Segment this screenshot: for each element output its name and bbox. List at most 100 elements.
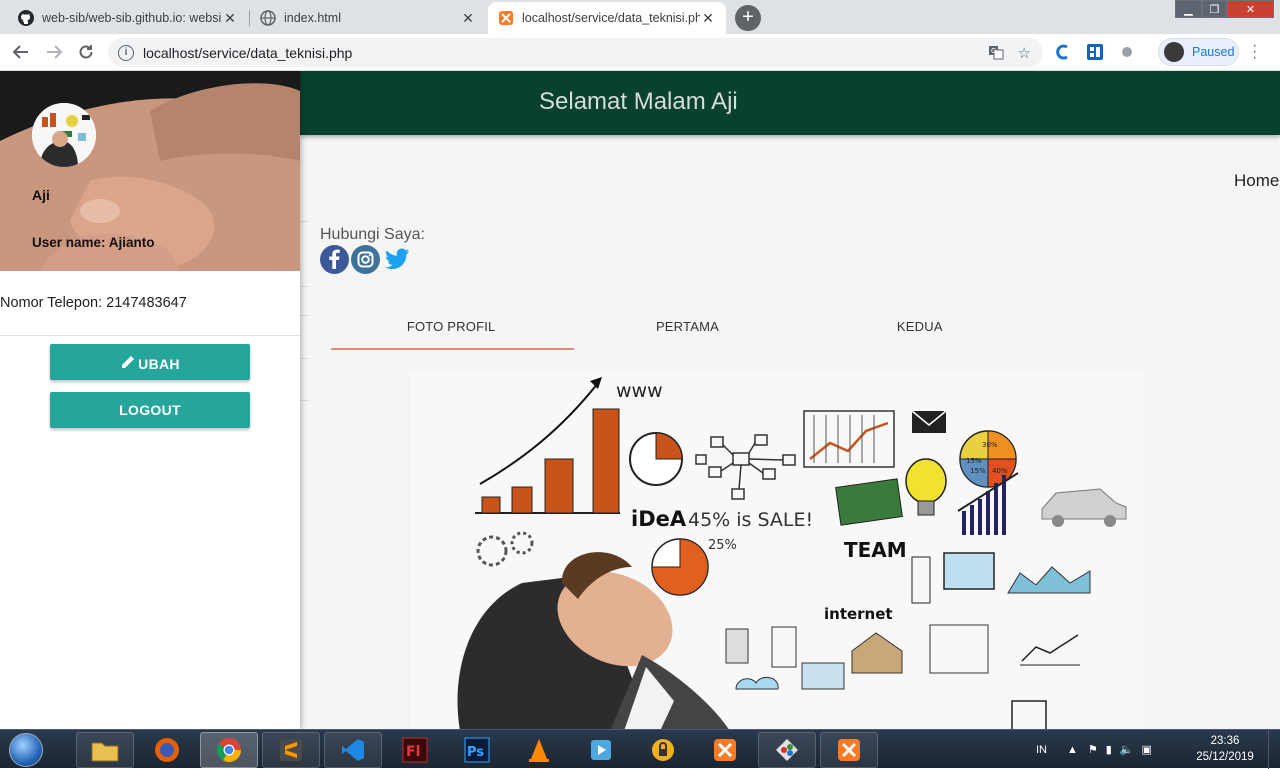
hero-illustration: www 30% 15% 15% 40% iDeA 45% is SALE! 25…	[410, 371, 1145, 729]
info-icon[interactable]: i	[118, 44, 134, 61]
url-text: localhost/service/data_teknisi.php	[143, 44, 353, 61]
pct-25-text: 25%	[708, 538, 737, 553]
flash-icon[interactable]: Fl	[386, 732, 444, 768]
windows-logo-icon	[9, 733, 43, 767]
logout-button-label: LOGOUT	[119, 402, 181, 418]
window-controls: ▁ ❐ ✕	[1175, 0, 1274, 18]
divider	[300, 286, 309, 287]
extension-grid-icon[interactable]	[1086, 43, 1104, 61]
avatar	[1164, 42, 1184, 62]
minimize-icon[interactable]: ▁	[1175, 0, 1202, 18]
clock-date: 25/12/2019	[1196, 751, 1254, 763]
close-window-icon[interactable]: ✕	[1227, 0, 1274, 18]
extension-c-icon[interactable]	[1054, 43, 1072, 61]
facebook-icon[interactable]	[320, 245, 349, 274]
network-icon[interactable]: ▮	[1106, 743, 1112, 756]
pencil-icon	[120, 354, 136, 370]
system-tray: IN ▲ ⚑ ▮ 🔈 ▣	[1036, 730, 1152, 769]
xampp-icon[interactable]	[696, 732, 754, 768]
volume-icon[interactable]: 🔈	[1120, 743, 1134, 756]
content-tabs: FOTO PROFIL PERTAMA KEDUA	[331, 319, 1036, 351]
back-icon[interactable]	[9, 40, 33, 64]
greeting: Selamat Malam Aji	[539, 88, 738, 115]
vlc-icon[interactable]	[510, 732, 568, 768]
clock-time: 23:36	[1210, 735, 1240, 747]
browser-tab-index[interactable]: index.html ✕	[250, 2, 486, 34]
divider	[300, 315, 309, 316]
chrome-icon[interactable]	[200, 732, 258, 768]
close-icon[interactable]: ✕	[460, 10, 476, 27]
photoshop-icon[interactable]: Ps	[448, 732, 506, 768]
new-tab-button[interactable]: +	[735, 5, 761, 31]
browser-tab-active[interactable]: localhost/service/data_teknisi.php ✕	[488, 2, 726, 34]
phone-number: Nomor Telepon: 2147483647	[0, 295, 187, 311]
tab-title: web-sib/web-sib.github.io: websi	[42, 11, 222, 25]
user-display-name: Aji	[32, 187, 50, 203]
github-icon	[18, 10, 34, 26]
divider	[300, 221, 309, 222]
svg-text:Ps: Ps	[467, 745, 484, 760]
tray-arrow-icon[interactable]: ▲	[1067, 744, 1078, 756]
pie-label-b: 15%	[966, 457, 982, 465]
tab-title: index.html	[284, 11, 341, 25]
reload-icon[interactable]	[74, 40, 98, 64]
edit-button-label: UBAH	[138, 356, 180, 372]
logout-button[interactable]: LOGOUT	[50, 392, 250, 428]
pie-label-d: 40%	[992, 467, 1008, 475]
translate-icon[interactable]: G	[988, 44, 1004, 64]
action-center-icon[interactable]: ⚑	[1088, 743, 1098, 756]
pie-label-c: 15%	[970, 467, 986, 475]
menu-dots-icon[interactable]: · · ·	[1252, 38, 1257, 66]
profile-paused-button[interactable]: Paused	[1158, 38, 1239, 66]
browser-tab-strip: web-sib/web-sib.github.io: websi ✕ index…	[0, 0, 1280, 34]
contact-section: Hubungi Saya:	[320, 226, 425, 274]
active-tab-indicator	[331, 348, 574, 350]
idea-text: iDeA	[631, 507, 687, 531]
xampp-control-icon[interactable]	[820, 732, 878, 768]
start-button[interactable]	[6, 731, 46, 769]
extension-dot-icon[interactable]	[1118, 43, 1136, 61]
windows-taskbar: Fl Ps IN ▲ ⚑ ▮ 🔈 ▣ 23:36 25/12/2019	[0, 729, 1280, 769]
show-desktop-button[interactable]	[1268, 730, 1280, 769]
close-icon[interactable]: ✕	[700, 10, 716, 27]
browser-tab-github[interactable]: web-sib/web-sib.github.io: websi ✕	[8, 2, 248, 34]
firefox-icon[interactable]	[138, 732, 196, 768]
browser-toolbar: i localhost/service/data_teknisi.php G ☆…	[0, 34, 1280, 71]
battery-icon[interactable]: ▣	[1142, 743, 1152, 756]
tab-pertama[interactable]: PERTAMA	[571, 319, 803, 351]
twitter-icon[interactable]	[382, 245, 411, 274]
top-header: Selamat Malam Aji	[300, 71, 1280, 135]
page: Selamat Malam Aji Home Hubungi Saya: FOT…	[0, 71, 1280, 729]
language-indicator[interactable]: IN	[1036, 744, 1047, 756]
internet-text: internet	[824, 605, 893, 623]
svg-text:Fl: Fl	[406, 744, 420, 760]
bookmark-star-icon[interactable]: ☆	[1018, 44, 1031, 64]
address-bar[interactable]: i localhost/service/data_teknisi.php G ☆	[108, 38, 1043, 67]
sublime-text-icon[interactable]	[262, 732, 320, 768]
www-text: www	[616, 380, 663, 402]
git-kraken-icon[interactable]	[758, 732, 816, 768]
home-link[interactable]: Home	[1234, 171, 1279, 191]
close-icon[interactable]: ✕	[222, 10, 238, 27]
maximize-icon[interactable]: ❐	[1202, 0, 1227, 18]
sidebar-divider	[0, 335, 300, 336]
svg-text:G: G	[991, 47, 996, 55]
profile-avatar[interactable]	[32, 103, 96, 167]
edit-button[interactable]: UBAH	[50, 344, 250, 380]
vscode-icon[interactable]	[324, 732, 382, 768]
sidebar: Aji User name: Ajianto Nomor Telepon: 21…	[0, 71, 300, 729]
user-login-name: User name: Ajianto	[32, 235, 155, 250]
tab-kedua[interactable]: KEDUA	[804, 319, 1036, 351]
forward-icon[interactable]	[42, 40, 66, 64]
file-explorer-icon[interactable]	[76, 732, 134, 768]
media-player-icon[interactable]	[572, 732, 630, 768]
xampp-icon	[498, 10, 514, 26]
sale-text: 45% is SALE!	[688, 509, 813, 531]
pie-label-a: 30%	[982, 441, 998, 449]
clock[interactable]: 23:36 25/12/2019	[1190, 733, 1260, 765]
vpn-lock-icon[interactable]	[634, 732, 692, 768]
divider	[300, 358, 309, 359]
tab-foto-profil[interactable]: FOTO PROFIL	[331, 319, 571, 351]
tab-title: localhost/service/data_teknisi.php	[522, 11, 700, 25]
instagram-icon[interactable]	[351, 245, 380, 274]
